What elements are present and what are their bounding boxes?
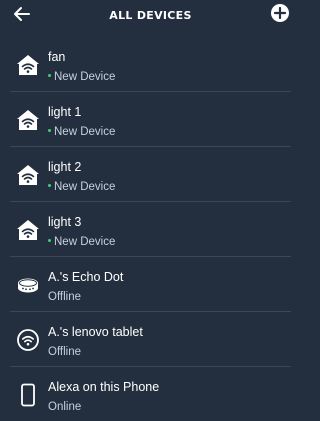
add-device-icon[interactable] [270,3,290,23]
device-row-light-1[interactable]: light 1 New Device [10,92,291,147]
device-row-echo-dot[interactable]: A.'s Echo Dot Offline [10,257,291,312]
device-status: New Device [48,125,115,139]
device-status: New Device [48,180,115,194]
device-row-fan[interactable]: fan New Device [10,37,291,92]
device-name: light 3 [48,215,82,229]
device-status: Offline [48,291,82,303]
device-name: light 2 [48,160,82,174]
device-name: fan [48,50,66,64]
device-row-alexa-phone[interactable]: Alexa on this Phone Online [10,367,291,421]
device-status: New Device [48,70,115,84]
device-row-light-3[interactable]: light 3 New Device [10,202,291,257]
home-wifi-icon [16,53,40,77]
device-status: Offline [48,346,82,358]
home-wifi-icon [16,163,40,187]
device-name: light 1 [48,105,82,119]
device-row-lenovo-tablet[interactable]: A.'s lenovo tablet Offline [10,312,291,367]
home-wifi-icon [16,108,40,132]
new-device-dot-icon [48,129,51,133]
device-name: A.'s lenovo tablet [48,325,143,339]
device-name: Alexa on this Phone [48,380,160,394]
device-list: fan New Device light 1 New Device light … [0,37,301,421]
new-device-dot-icon [48,184,51,188]
back-arrow-icon[interactable] [12,6,32,22]
new-device-dot-icon [48,239,51,243]
new-device-dot-icon [48,74,51,78]
page-title: ALL DEVICES [109,9,192,22]
device-status: Online [48,401,82,413]
device-name: A.'s Echo Dot [48,270,124,284]
header-bar: ALL DEVICES [0,0,301,30]
phone-icon [16,383,40,407]
home-wifi-icon [16,218,40,242]
device-row-light-2[interactable]: light 2 New Device [10,147,291,202]
echo-dot-icon [16,273,40,297]
tablet-wifi-icon [16,328,40,352]
device-status: New Device [48,235,115,249]
